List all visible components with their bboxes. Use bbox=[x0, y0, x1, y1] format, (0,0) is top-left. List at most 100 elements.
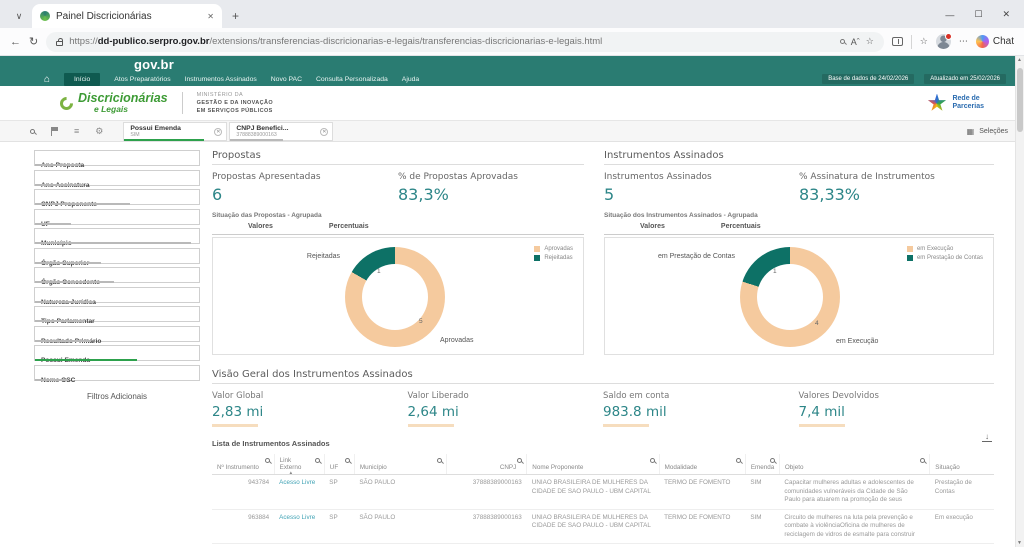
col-cnpj[interactable]: CNPJ bbox=[447, 454, 527, 475]
col-modalidade[interactable]: Modalidade bbox=[659, 454, 745, 475]
col-num-instrumento[interactable]: Nº Instrumento bbox=[212, 454, 274, 475]
lock-icon[interactable] bbox=[56, 41, 63, 46]
read-aloud-icon[interactable]: Aˆ bbox=[851, 37, 860, 47]
column-search-icon[interactable] bbox=[770, 458, 775, 463]
split-screen-icon[interactable] bbox=[892, 37, 903, 46]
back-icon[interactable]: ← bbox=[10, 36, 21, 48]
donut-ring[interactable] bbox=[345, 247, 445, 347]
kpi-propostas-apresentadas[interactable]: Propostas Apresentadas 6 bbox=[212, 172, 398, 204]
filter-chip-cnpj-beneficiario[interactable]: CNPJ Benefici... 37888389000163 ✕ bbox=[229, 122, 333, 141]
tab-percentuais[interactable]: Percentuais bbox=[721, 223, 761, 230]
filter-municipio[interactable]: Município bbox=[34, 228, 200, 244]
kpi-instrumentos-assinados[interactable]: Instrumentos Assinados 5 bbox=[604, 172, 799, 204]
column-search-icon[interactable] bbox=[650, 458, 655, 463]
filter-ano-assinatura[interactable]: Ano Assinatura bbox=[34, 170, 200, 186]
chip-close-icon[interactable]: ✕ bbox=[320, 128, 328, 136]
table-row[interactable]: 943784 Acesso Livre SP SÃO PAULO 3788838… bbox=[212, 475, 994, 510]
selections-button[interactable]: ▦ Seleções bbox=[967, 127, 1008, 136]
table-row[interactable]: 971468 Acesso Livre SP SÃO PAULO 3788838… bbox=[212, 544, 994, 547]
filter-nome-osc[interactable]: Nome OSC bbox=[34, 365, 200, 381]
nav-ajuda[interactable]: Ajuda bbox=[402, 76, 419, 83]
table-header-row: Nº Instrumento Link Externo▲ UF Municípi… bbox=[212, 454, 994, 475]
column-search-icon[interactable] bbox=[345, 458, 350, 463]
window-minimize-button[interactable]: — bbox=[945, 10, 954, 20]
new-tab-button[interactable]: + bbox=[232, 9, 239, 23]
nav-inicio[interactable]: Início bbox=[64, 73, 100, 86]
col-uf[interactable]: UF bbox=[324, 454, 354, 475]
page-url[interactable]: https://dd-publico.serpro.gov.br/extensi… bbox=[69, 36, 834, 47]
scroll-down-icon[interactable]: ▼ bbox=[1016, 540, 1023, 546]
browser-menu-icon[interactable]: ⋯ bbox=[959, 36, 968, 47]
filter-ano-proposta[interactable]: Ano Proposta bbox=[34, 150, 200, 166]
bookmark-icon[interactable] bbox=[51, 127, 58, 136]
filter-natureza-juridica[interactable]: Natureza Jurídica bbox=[34, 287, 200, 303]
nav-novo-pac[interactable]: Novo PAC bbox=[271, 76, 302, 83]
download-icon[interactable]: ↓ bbox=[982, 433, 992, 442]
instrumentos-table-section: Lista de Instrumentos Assinados ↓ Nº Ins… bbox=[212, 439, 994, 547]
donut-ring[interactable] bbox=[740, 247, 840, 347]
chip-close-icon[interactable]: ✕ bbox=[214, 128, 222, 136]
smart-search-icon[interactable] bbox=[30, 129, 35, 134]
filter-possui-emenda[interactable]: Possui Emenda bbox=[34, 345, 200, 361]
filter-orgao-superior[interactable]: Órgão Superior bbox=[34, 248, 200, 264]
filter-tipo-parlamentar[interactable]: Tipo Parlamentar bbox=[34, 306, 200, 322]
acesso-livre-link[interactable]: Acesso Livre bbox=[279, 479, 315, 486]
copilot-chat-button[interactable]: Chat bbox=[976, 35, 1014, 48]
col-municipio[interactable]: Município bbox=[354, 454, 446, 475]
propostas-donut-chart[interactable]: Rejeitadas 1 5 Aprovadas Aprovadas Rejei… bbox=[212, 237, 584, 355]
kpi-valores-devolvidos[interactable]: Valores Devolvidos 7,4 mil bbox=[799, 391, 995, 427]
kpi-valor-global[interactable]: Valor Global 2,83 mi bbox=[212, 391, 408, 427]
scroll-up-icon[interactable]: ▲ bbox=[1016, 57, 1023, 63]
tab-search-chevron-icon[interactable]: ∨ bbox=[8, 6, 30, 26]
govbr-logo[interactable]: gov.br bbox=[134, 57, 174, 72]
table-row[interactable]: 963884 Acesso Livre SP SÃO PAULO 3788838… bbox=[212, 509, 994, 544]
page-scrollbar[interactable]: ▲ ▼ bbox=[1015, 56, 1024, 547]
kpi-pct-assinatura-instrumentos[interactable]: % Assinatura de Instrumentos 83,33% bbox=[799, 172, 994, 204]
tab-title: Painel Discricionárias bbox=[56, 11, 201, 22]
tab-valores[interactable]: Valores bbox=[248, 223, 273, 230]
favorites-bar-icon[interactable]: ☆ bbox=[920, 36, 928, 47]
address-bar[interactable]: https://dd-publico.serpro.gov.br/extensi… bbox=[46, 32, 884, 52]
column-search-icon[interactable] bbox=[265, 458, 270, 463]
logo-divider bbox=[182, 92, 183, 114]
column-search-icon[interactable] bbox=[920, 458, 925, 463]
column-search-icon[interactable] bbox=[315, 458, 320, 463]
acesso-livre-link[interactable]: Acesso Livre bbox=[279, 514, 315, 521]
col-situacao[interactable]: Situação bbox=[930, 454, 994, 475]
col-emenda[interactable]: Emenda bbox=[745, 454, 779, 475]
col-nome-proponente[interactable]: Nome Proponente bbox=[527, 454, 659, 475]
home-icon[interactable]: ⌂ bbox=[44, 74, 50, 85]
scrollbar-thumb[interactable] bbox=[1017, 68, 1023, 132]
col-link-externo[interactable]: Link Externo▲ bbox=[274, 454, 324, 475]
window-maximize-button[interactable]: ☐ bbox=[974, 9, 982, 20]
kpi-pct-propostas-aprovadas[interactable]: % de Propostas Aprovadas 83,3% bbox=[398, 172, 584, 204]
kpi-saldo-em-conta[interactable]: Saldo em conta 983.8 mil bbox=[603, 391, 799, 427]
nav-atos-preparatorios[interactable]: Atos Preparatórios bbox=[114, 76, 170, 83]
filter-cnpj-proponente[interactable]: CNPJ Proponente bbox=[34, 189, 200, 205]
nav-instrumentos-assinados[interactable]: Instrumentos Assinados bbox=[185, 76, 257, 83]
kpi-valor-liberado[interactable]: Valor Liberado 2,64 mi bbox=[408, 391, 604, 427]
tab-percentuais[interactable]: Percentuais bbox=[329, 223, 369, 230]
profile-avatar[interactable] bbox=[936, 34, 951, 49]
filter-chip-possui-emenda[interactable]: Possui Emenda SIM ✕ bbox=[123, 122, 227, 141]
tab-close-icon[interactable]: ✕ bbox=[207, 12, 214, 21]
filter-uf[interactable]: UF bbox=[34, 209, 200, 225]
settings-gear-icon[interactable]: ⚙ bbox=[95, 126, 103, 137]
column-search-icon[interactable] bbox=[437, 458, 442, 463]
window-close-button[interactable]: ✕ bbox=[1002, 9, 1010, 20]
col-objeto[interactable]: Objeto bbox=[779, 454, 929, 475]
slice-label-execucao: em Execução bbox=[836, 338, 878, 345]
refresh-icon[interactable]: ↻ bbox=[29, 35, 38, 48]
additional-filters-button[interactable]: Filtros Adicionais bbox=[34, 387, 200, 406]
tab-valores[interactable]: Valores bbox=[640, 223, 665, 230]
filter-resultado-primario[interactable]: Resultado Primário bbox=[34, 326, 200, 342]
column-search-icon[interactable] bbox=[517, 458, 522, 463]
instrumentos-donut-chart[interactable]: em Prestação de Contas 1 4 em Execução e… bbox=[604, 237, 994, 355]
history-list-icon[interactable]: ≡ bbox=[74, 126, 79, 136]
filter-orgao-concedente[interactable]: Órgão Concedente bbox=[34, 267, 200, 283]
browser-tab[interactable]: Painel Discricionárias ✕ bbox=[32, 4, 222, 28]
zoom-icon[interactable] bbox=[840, 39, 845, 44]
favorite-star-icon[interactable]: ☆ bbox=[866, 36, 874, 47]
column-search-icon[interactable] bbox=[736, 458, 741, 463]
nav-consulta-personalizada[interactable]: Consulta Personalizada bbox=[316, 76, 388, 83]
